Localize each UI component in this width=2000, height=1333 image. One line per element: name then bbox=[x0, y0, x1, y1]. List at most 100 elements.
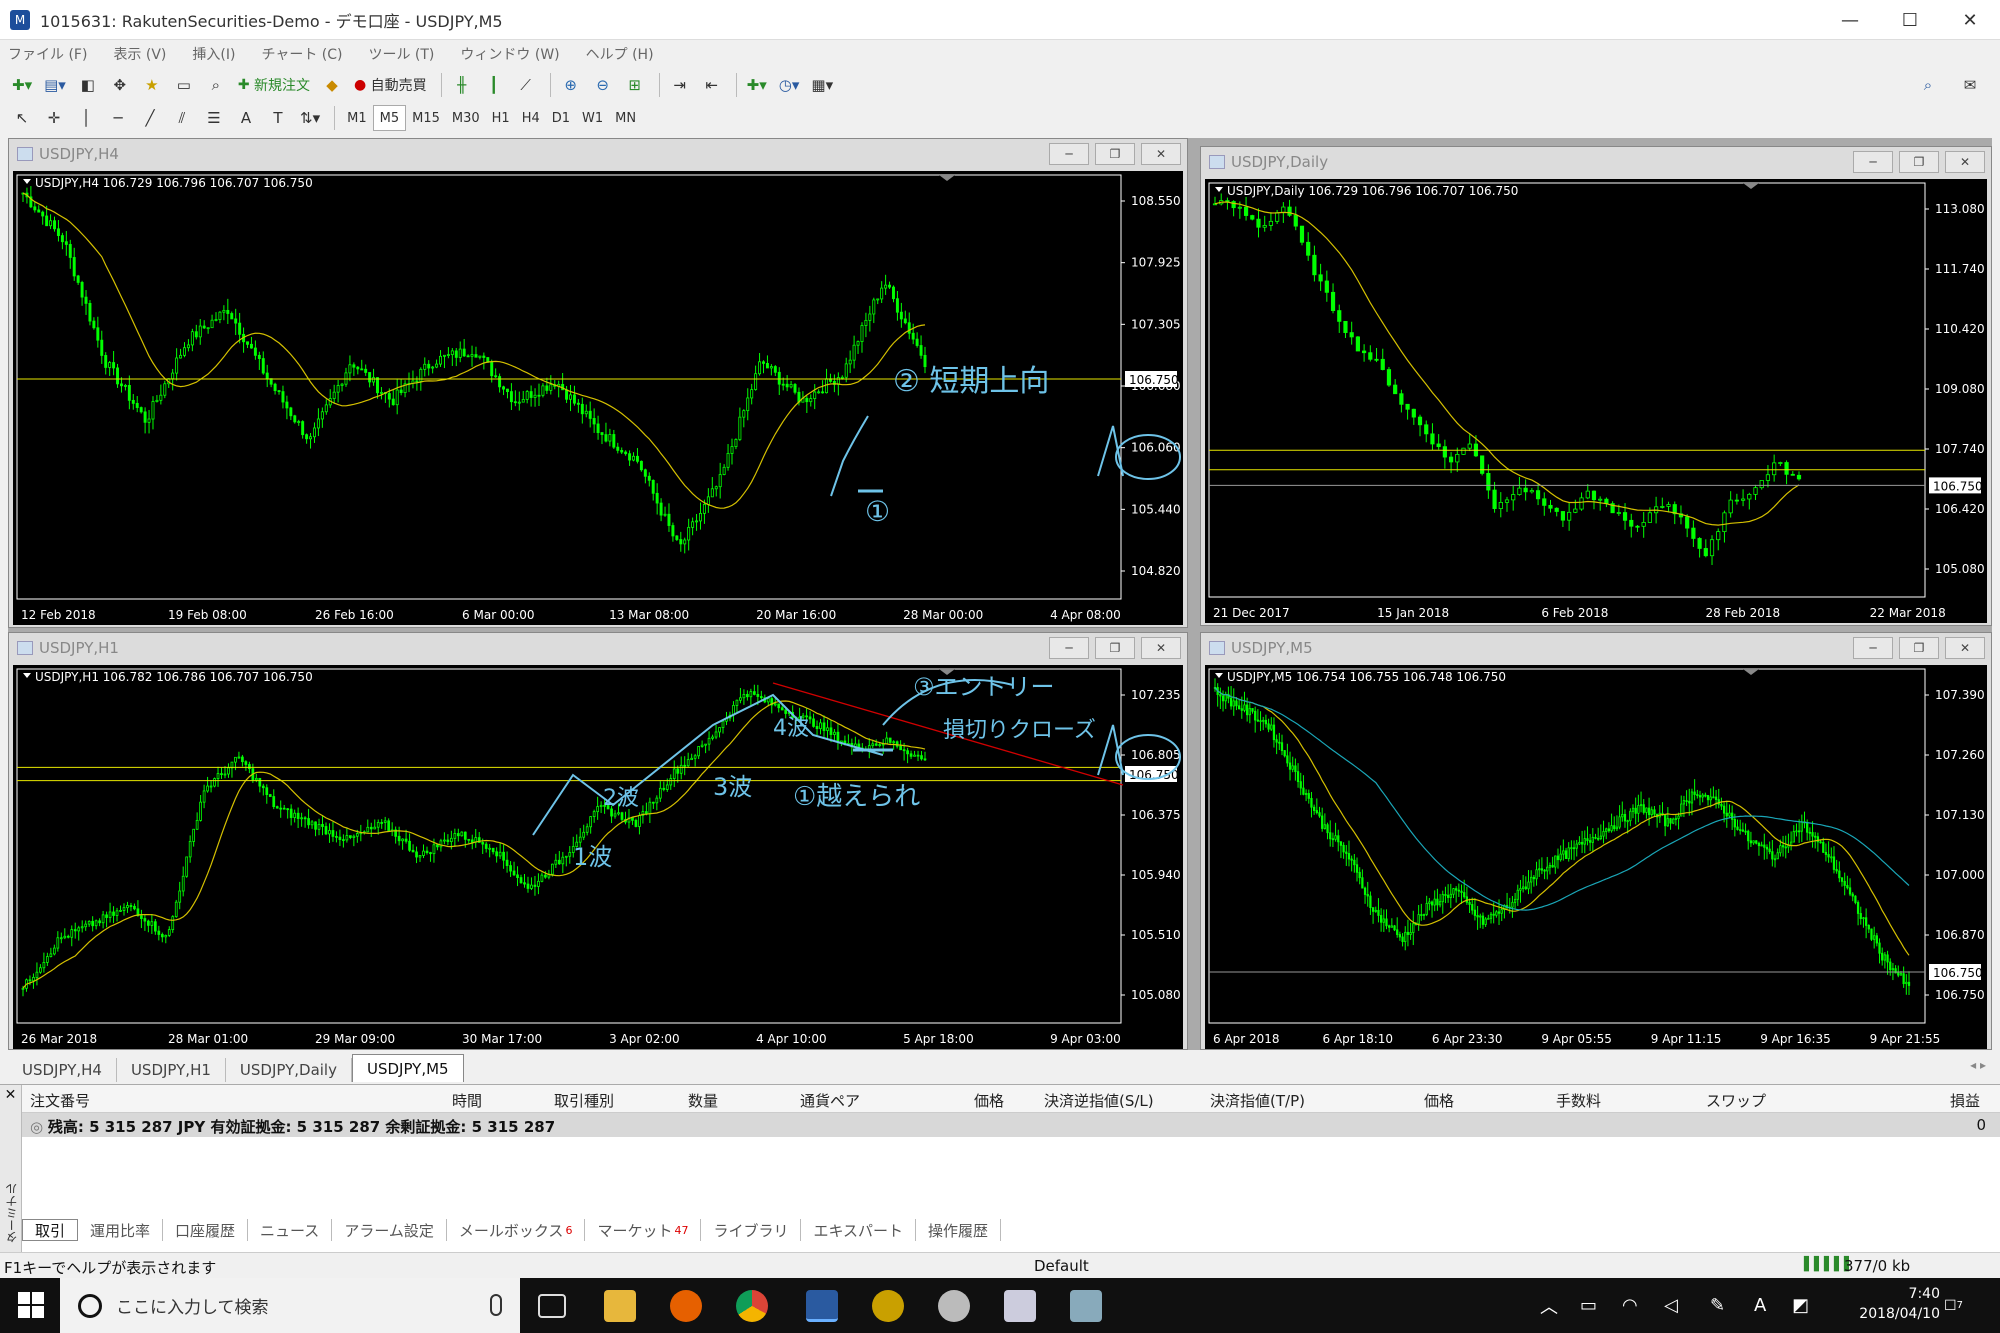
chart-window-h4[interactable]: USDJPY,H4 ─❐✕ 108.550107.925107.305106.6… bbox=[8, 138, 1188, 628]
col-type[interactable]: 取引種別 bbox=[554, 1090, 614, 1111]
terminal-tab-trade[interactable]: 取引 bbox=[22, 1219, 79, 1241]
chart-close-button[interactable]: ✕ bbox=[1945, 637, 1985, 659]
timeframe-w1[interactable]: W1 bbox=[576, 105, 609, 131]
terminal-icon[interactable]: ▭ bbox=[170, 71, 198, 99]
remote-desktop-icon[interactable] bbox=[1004, 1290, 1036, 1322]
chart-canvas-h4[interactable]: 108.550107.925107.305106.680106.060105.4… bbox=[13, 171, 1183, 625]
col-commission[interactable]: 手数料 bbox=[1556, 1090, 1601, 1111]
timeframe-h4[interactable]: H4 bbox=[516, 105, 546, 131]
tile-windows-icon[interactable]: ⊞ bbox=[621, 71, 649, 99]
terminal-tab-market[interactable]: マーケット 47 bbox=[585, 1219, 702, 1241]
close-icon[interactable]: ✕ bbox=[0, 1087, 21, 1103]
notes-app-icon[interactable] bbox=[1070, 1290, 1102, 1322]
candlestick-icon[interactable]: ┃ bbox=[480, 71, 508, 99]
taskbar-search[interactable]: ここに入力して検索 bbox=[60, 1278, 520, 1333]
taskbar-clock[interactable]: 7:40 2018/04/10 bbox=[1859, 1284, 1940, 1324]
timeframe-m1[interactable]: M1 bbox=[341, 105, 373, 131]
auto-trade-button[interactable]: ● 自動売買 bbox=[350, 71, 431, 99]
close-button[interactable]: ✕ bbox=[1940, 0, 2000, 40]
periods-icon[interactable]: ◷▾ bbox=[775, 71, 804, 99]
volume-icon[interactable]: ◁ bbox=[1664, 1278, 1678, 1333]
money-app-icon[interactable] bbox=[872, 1290, 904, 1322]
menu-chart[interactable]: チャート (C) bbox=[261, 44, 342, 64]
line-chart-icon[interactable]: ⟋ bbox=[512, 71, 540, 99]
terminal-tab-experts[interactable]: エキスパート bbox=[801, 1219, 917, 1241]
terminal-tab-journal[interactable]: 操作履歴 bbox=[916, 1219, 1002, 1241]
firefox-icon[interactable] bbox=[670, 1290, 702, 1322]
indicators-icon[interactable]: ✚▾ bbox=[743, 71, 771, 99]
timeframe-m30[interactable]: M30 bbox=[446, 105, 486, 131]
strategy-tester-icon[interactable]: ⌕ bbox=[202, 71, 230, 99]
ime-mode-icon[interactable]: ◩ bbox=[1792, 1278, 1809, 1333]
chart-restore-button[interactable]: ❐ bbox=[1899, 151, 1939, 173]
timeframe-m15[interactable]: M15 bbox=[406, 105, 446, 131]
chart-minimize-button[interactable]: ─ bbox=[1853, 637, 1893, 659]
minimize-button[interactable]: — bbox=[1820, 0, 1880, 40]
col-price2[interactable]: 価格 bbox=[1424, 1090, 1454, 1111]
menu-insert[interactable]: 挿入(I) bbox=[192, 44, 235, 64]
menu-help[interactable]: ヘルプ (H) bbox=[586, 44, 654, 64]
favorites-icon[interactable]: ★ bbox=[138, 71, 166, 99]
horizontal-line-icon[interactable]: ─ bbox=[104, 104, 132, 132]
windows-start-icon[interactable] bbox=[18, 1292, 44, 1318]
chart-tab-h4[interactable]: USDJPY,H4 bbox=[8, 1058, 117, 1082]
channel-icon[interactable]: ⫽ bbox=[168, 104, 196, 132]
metaeditor-icon[interactable]: ◆ bbox=[318, 71, 346, 99]
menu-view[interactable]: 表示 (V) bbox=[113, 44, 166, 64]
menu-window[interactable]: ウィンドウ (W) bbox=[460, 44, 559, 64]
text-icon[interactable]: A bbox=[232, 104, 260, 132]
chat-icon[interactable]: ✉ bbox=[1956, 71, 1984, 99]
terminal-tab-news[interactable]: ニュース bbox=[248, 1219, 333, 1241]
terminal-tab-library[interactable]: ライブラリ bbox=[701, 1219, 802, 1241]
col-profit[interactable]: 損益 bbox=[1950, 1090, 1980, 1111]
chart-window-daily[interactable]: USDJPY,Daily ─ ❐ ✕ 113.080 111.740 110.420 10… bbox=[1200, 146, 1992, 626]
battery-icon[interactable]: ▭ bbox=[1580, 1278, 1597, 1333]
chrome-icon[interactable] bbox=[736, 1290, 768, 1322]
chart-tab-daily[interactable]: USDJPY,Daily bbox=[226, 1058, 352, 1082]
tray-chevron-icon[interactable]: ︿ bbox=[1540, 1278, 1558, 1333]
chart-close-button[interactable]: ✕ bbox=[1141, 143, 1181, 165]
profiles-icon[interactable]: ▤▾ bbox=[40, 71, 70, 99]
market-watch-icon[interactable]: ◧ bbox=[74, 71, 102, 99]
col-swap[interactable]: スワップ bbox=[1706, 1090, 1766, 1111]
terminal-tab-history[interactable]: 口座履歴 bbox=[163, 1219, 249, 1241]
chart-minimize-button[interactable]: ─ bbox=[1049, 637, 1089, 659]
chart-canvas-daily[interactable]: 113.080 111.740 110.420 109.080 107.740 106.4… bbox=[1205, 179, 1987, 623]
auto-scroll-icon[interactable]: ⇥ bbox=[666, 71, 694, 99]
balance-row[interactable]: ◎ 残高: 5 315 287 JPY 有効証拠金: 5 315 287 余剰証… bbox=[22, 1113, 2000, 1137]
tab-scroll-arrows-icon[interactable]: ◂ ▸ bbox=[1970, 1058, 1986, 1072]
task-view-icon[interactable] bbox=[538, 1294, 566, 1318]
chart-canvas-h1[interactable]: 107.235 106.805 106.375 105.940 105.510 105.0… bbox=[13, 665, 1183, 1049]
chart-minimize-button[interactable]: ─ bbox=[1049, 143, 1089, 165]
col-time[interactable]: 時間 bbox=[452, 1090, 482, 1111]
col-sl[interactable]: 決済逆指値(S/L) bbox=[1044, 1090, 1154, 1111]
search-icon[interactable]: ⌕ bbox=[1914, 71, 1942, 99]
col-tp[interactable]: 決済指値(T/P) bbox=[1210, 1090, 1305, 1111]
terminal-tab-alerts[interactable]: アラーム設定 bbox=[332, 1219, 447, 1241]
notifications-icon[interactable]: ☐ 7 bbox=[1944, 1278, 1963, 1333]
cursor-icon[interactable]: ↖ bbox=[8, 104, 36, 132]
chart-close-button[interactable]: ✕ bbox=[1141, 637, 1181, 659]
ime-icon[interactable]: A bbox=[1754, 1278, 1766, 1333]
zoom-in-icon[interactable]: ⊕ bbox=[557, 71, 585, 99]
chart-restore-button[interactable]: ❐ bbox=[1899, 637, 1939, 659]
timeframe-mn[interactable]: MN bbox=[609, 105, 642, 131]
text-label-icon[interactable]: T bbox=[264, 104, 292, 132]
navigator-icon[interactable]: ✥ bbox=[106, 71, 134, 99]
chart-canvas-m5[interactable]: 107.390 107.260 107.130 107.000 106.870 106.7… bbox=[1205, 665, 1987, 1049]
col-price[interactable]: 価格 bbox=[974, 1090, 1004, 1111]
col-volume[interactable]: 数量 bbox=[688, 1090, 718, 1111]
crosshair-icon[interactable]: ✛ bbox=[40, 104, 68, 132]
chart-close-button[interactable]: ✕ bbox=[1945, 151, 1985, 173]
trendline-icon[interactable]: ╱ bbox=[136, 104, 164, 132]
chart-window-h1[interactable]: USDJPY,H1 ─ ❐ ✕ 107.235 106.805 106.375 105.9… bbox=[8, 632, 1188, 1050]
chart-tab-m5[interactable]: USDJPY,M5 bbox=[351, 1054, 464, 1082]
metatrader-icon[interactable] bbox=[806, 1290, 838, 1322]
timeframe-d1[interactable]: D1 bbox=[546, 105, 576, 131]
new-order-button[interactable]: ✚ 新規注文 bbox=[234, 71, 314, 99]
maximize-button[interactable]: ☐ bbox=[1880, 0, 1940, 40]
menu-file[interactable]: ファイル (F) bbox=[8, 44, 87, 64]
bar-chart-icon[interactable]: ╫ bbox=[448, 71, 476, 99]
chart-minimize-button[interactable]: ─ bbox=[1853, 151, 1893, 173]
fibonacci-icon[interactable]: ☰ bbox=[200, 104, 228, 132]
